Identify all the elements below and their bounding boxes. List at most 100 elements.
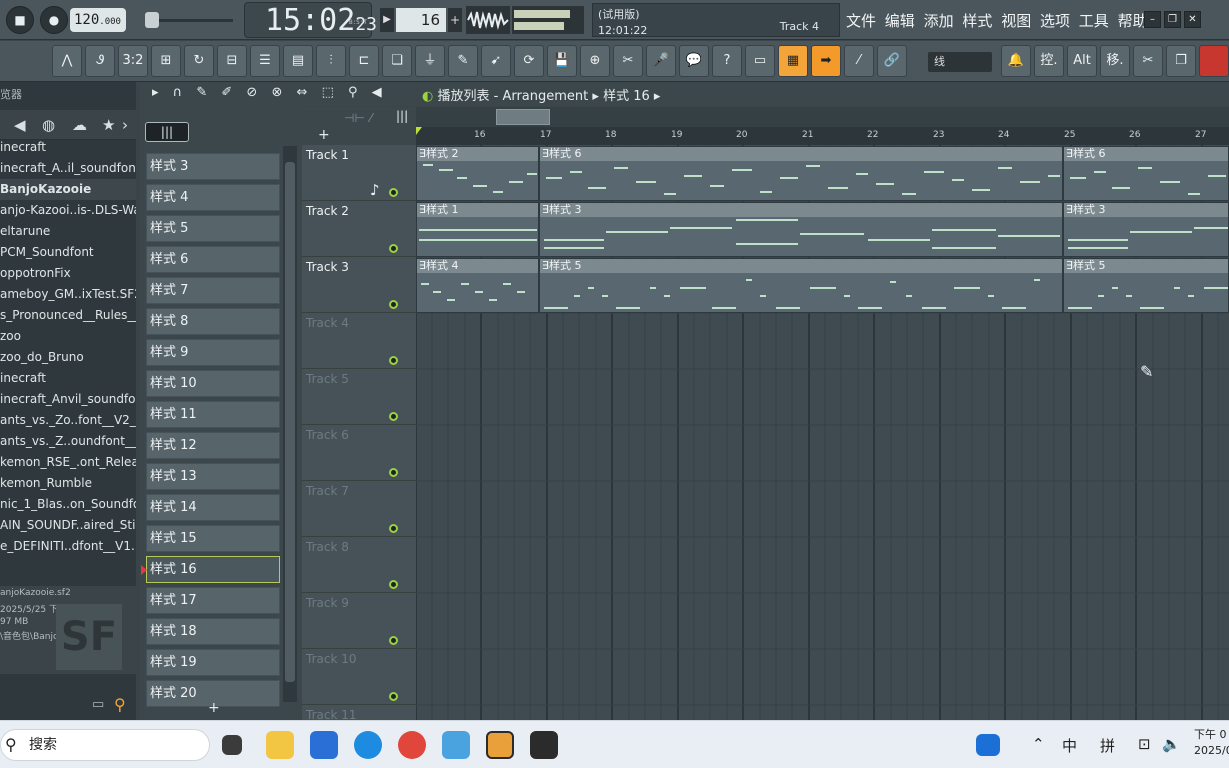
edge-browser-icon[interactable] — [354, 731, 382, 759]
folder-icon[interactable]: ▭ — [92, 697, 104, 712]
play-tool-icon[interactable]: ◀ — [372, 85, 387, 100]
track-name[interactable]: Track 1 — [306, 148, 349, 162]
menu-options[interactable]: 选项 — [1040, 12, 1070, 30]
bird-icon[interactable]: ➹ — [481, 45, 511, 77]
minimize-icon[interactable]: – — [1144, 11, 1161, 28]
save-icon[interactable]: 💾 — [547, 45, 577, 77]
playlist-overview[interactable] — [416, 107, 1229, 127]
pattern-clip[interactable]: ∃样式 6 — [539, 146, 1063, 201]
track-active-icon[interactable] — [389, 524, 398, 533]
track-active-icon[interactable] — [389, 300, 398, 309]
volume-icon[interactable]: 🔈 — [1162, 735, 1181, 753]
list-item[interactable]: kemon_Rumble — [0, 473, 136, 494]
track-name[interactable]: Track 2 — [306, 204, 349, 218]
pattern-item[interactable]: 样式 4 — [146, 184, 280, 211]
scissors-icon[interactable]: ✂ — [1133, 45, 1163, 77]
chart-app-icon[interactable] — [442, 731, 470, 759]
pattern-clip[interactable]: ∃样式 6 — [1063, 146, 1229, 201]
list-item[interactable]: PCM_Soundfont — [0, 242, 136, 263]
store-icon[interactable] — [310, 731, 338, 759]
menu-patterns[interactable]: 样式 — [962, 12, 992, 30]
game-app-icon[interactable] — [530, 731, 558, 759]
pattern-item[interactable]: 样式 5 — [146, 215, 280, 242]
overview-window[interactable] — [496, 109, 550, 125]
track-name[interactable]: Track 5 — [306, 372, 349, 386]
list-item[interactable]: BanjoKazooie — [0, 179, 136, 200]
pattern-prev-icon[interactable]: ▶ — [380, 8, 394, 32]
cloud-icon[interactable]: ☁ — [72, 116, 87, 134]
menu-edit[interactable]: 编辑 — [885, 12, 915, 30]
track-name[interactable]: Track 10 — [306, 652, 356, 666]
mixer-icon[interactable]: ⊟ — [217, 45, 247, 77]
fl-studio-icon[interactable] — [486, 731, 514, 759]
ime-language[interactable]: 中 — [1062, 735, 1077, 756]
select-tool-icon[interactable]: ⬚ — [322, 85, 339, 100]
pattern-clip[interactable]: ∃样式 1 — [416, 202, 539, 257]
zoom-tool-icon[interactable]: ⚲ — [348, 85, 363, 100]
scrollbar-thumb[interactable] — [285, 162, 295, 682]
magic-icon[interactable]: ⁄ — [844, 45, 874, 77]
list-item[interactable]: ants_vs._Z..oundfont__V2_ — [0, 431, 136, 452]
move-button[interactable]: 移. — [1100, 45, 1130, 77]
list-item[interactable]: zoo_do_Bruno — [0, 347, 136, 368]
arrow-right-icon[interactable]: ➡ — [811, 45, 841, 77]
arrow-right-small-icon[interactable]: ▸ — [152, 85, 164, 100]
pattern-item-selected[interactable]: 样式 16 — [141, 556, 280, 583]
add-pattern-button[interactable]: + — [208, 700, 220, 716]
link-icon[interactable]: 🔗 — [877, 45, 907, 77]
stop-button[interactable]: ■ — [6, 6, 34, 34]
metronome-icon[interactable]: Ꮽ — [85, 45, 115, 77]
pattern-item[interactable]: 样式 10 — [146, 370, 280, 397]
pattern-item[interactable]: 样式 9 — [146, 339, 280, 366]
pen-icon[interactable]: ✎ — [448, 45, 478, 77]
speaker-icon[interactable]: ◀ — [14, 116, 26, 134]
taskbar-search-input[interactable]: ⚲ 搜索 — [0, 729, 210, 761]
automation-icon[interactable]: ⁄ — [370, 111, 372, 125]
search-icon[interactable]: ⚲ — [114, 695, 126, 714]
pattern-add-button[interactable]: + — [448, 8, 462, 32]
record-button[interactable]: ● — [40, 6, 68, 34]
pattern-item[interactable]: 样式 3 — [146, 153, 280, 180]
track-active-icon[interactable] — [389, 636, 398, 645]
delete-tool-icon[interactable]: ⊘ — [246, 85, 262, 100]
menu-view[interactable]: 视图 — [1001, 12, 1031, 30]
mute-tool-icon[interactable]: ⊗ — [271, 85, 287, 100]
list-item[interactable]: inecraft_A..il_soundfont — [0, 158, 136, 179]
track-name[interactable]: Track 9 — [306, 596, 349, 610]
timeline-ruler[interactable]: 16 17 18 19 20 21 22 23 24 25 26 27 — [416, 127, 1229, 145]
task-view-icon[interactable] — [222, 735, 242, 755]
pattern-item[interactable]: 样式 13 — [146, 463, 280, 490]
pattern-item[interactable]: 样式 11 — [146, 401, 280, 428]
piano-icon[interactable]: ||| — [145, 122, 189, 142]
piano-roll-icon[interactable]: ⫶ — [316, 45, 346, 77]
list-item[interactable]: inecraft — [0, 368, 136, 389]
pattern-item[interactable]: 样式 14 — [146, 494, 280, 521]
master-volume-slider[interactable] — [145, 12, 235, 28]
menu-file[interactable]: 文件 — [846, 12, 876, 30]
project-icon[interactable]: ⊕ — [580, 45, 610, 77]
pattern-clip[interactable]: ∃样式 4 — [416, 258, 539, 313]
slider-handle[interactable] — [145, 12, 159, 28]
loop-record-icon[interactable]: ↻ — [184, 45, 214, 77]
chat-icon[interactable]: 💬 — [679, 45, 709, 77]
pattern-item[interactable]: 样式 15 — [146, 525, 280, 552]
track-name[interactable]: Track 4 — [306, 316, 349, 330]
magnet-icon[interactable]: ∩ — [173, 85, 188, 100]
track-active-icon[interactable] — [389, 244, 398, 253]
track-name[interactable]: Track 3 — [306, 260, 349, 274]
pattern-icon[interactable]: ||| — [396, 109, 408, 123]
list-item[interactable]: ants_vs._Zo..font__V2_(2) — [0, 410, 136, 431]
star-icon[interactable]: ★ — [102, 116, 115, 134]
paint-tool-icon[interactable]: ✐ — [221, 85, 237, 100]
close-icon[interactable]: ✕ — [1184, 11, 1201, 28]
plug-icon[interactable]: ⏚ — [415, 45, 445, 77]
song-position-display[interactable]: 15:0223 B:S:T — [244, 2, 377, 38]
control-button[interactable]: 控. — [1034, 45, 1064, 77]
snap-mode-field[interactable]: 线 — [928, 52, 992, 72]
browser-icon[interactable]: ⊏ — [349, 45, 379, 77]
file-explorer-icon[interactable] — [266, 731, 294, 759]
list-item[interactable]: s_Pronounced__Rules__ — [0, 305, 136, 326]
menu-add[interactable]: 添加 — [924, 12, 954, 30]
pattern-selector[interactable]: ▶ 16 + — [380, 8, 462, 32]
chevron-up-icon[interactable]: ⌃ — [1032, 735, 1045, 753]
